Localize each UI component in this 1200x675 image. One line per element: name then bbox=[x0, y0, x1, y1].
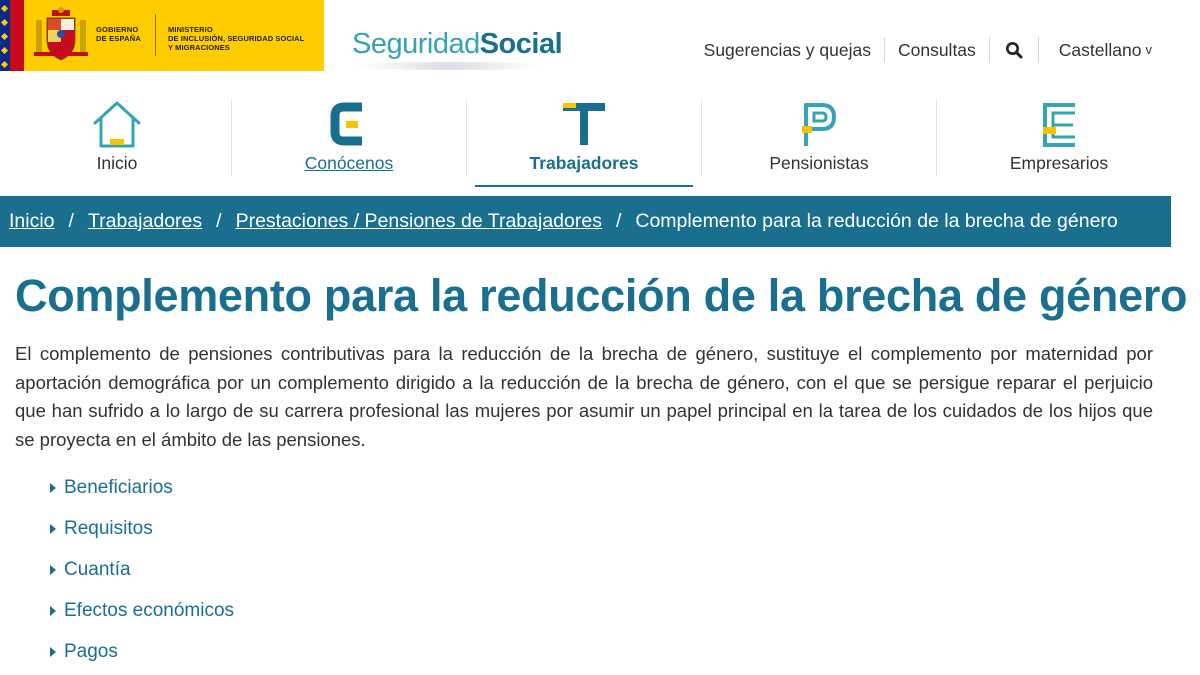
e-letter-icon bbox=[1043, 103, 1075, 147]
triangle-right-icon bbox=[50, 524, 56, 534]
link-beneficiarios[interactable]: Beneficiarios bbox=[50, 467, 234, 508]
link-cuantia[interactable]: Cuantía bbox=[50, 549, 234, 590]
nav-label: Conócenos bbox=[304, 153, 394, 173]
nav-item-inicio[interactable]: Inicio bbox=[0, 100, 234, 188]
search-icon bbox=[1005, 42, 1023, 59]
spain-flag-stripe bbox=[10, 0, 24, 71]
house-icon bbox=[93, 101, 141, 148]
nav-item-conocenos[interactable]: Conócenos bbox=[232, 100, 466, 188]
government-banner[interactable]: GOBIERNO DE ESPAÑA MINISTERIO DE INCLUSI… bbox=[0, 0, 324, 71]
c-letter-icon bbox=[330, 102, 362, 146]
nav-item-pensionistas[interactable]: Pensionistas bbox=[702, 100, 936, 188]
section-links: Beneficiarios Requisitos Cuantía Efectos… bbox=[50, 467, 234, 672]
banner-divider bbox=[155, 14, 156, 56]
triangle-right-icon bbox=[50, 483, 56, 493]
link-efectos-economicos[interactable]: Efectos económicos bbox=[50, 590, 234, 631]
breadcrumb-separator: / bbox=[216, 210, 222, 232]
language-selector[interactable]: Castellano v bbox=[1039, 40, 1152, 61]
page-title: Complemento para la reducción de la brec… bbox=[15, 270, 1188, 321]
nav-label: Pensionistas bbox=[769, 153, 869, 173]
government-label: GOBIERNO DE ESPAÑA bbox=[96, 25, 142, 43]
breadcrumb-separator: / bbox=[615, 210, 622, 232]
nav-separator bbox=[936, 100, 937, 176]
eu-flag-icon bbox=[0, 0, 10, 71]
nav-item-trabajadores[interactable]: Trabajadores bbox=[467, 100, 701, 188]
queries-link[interactable]: Consultas bbox=[885, 37, 990, 63]
chevron-down-icon: v bbox=[1145, 41, 1153, 57]
coat-of-arms-icon bbox=[34, 7, 88, 61]
p-letter-icon bbox=[802, 103, 836, 146]
logo-underline-decoration bbox=[356, 62, 544, 70]
breadcrumb-item-trabajadores[interactable]: Trabajadores bbox=[88, 210, 202, 233]
nav-label: Inicio bbox=[96, 153, 138, 173]
ministry-label: MINISTERIO DE INCLUSIÓN, SEGURIDAD SOCIA… bbox=[168, 25, 305, 52]
seguridad-social-logo[interactable]: SeguridadSocial bbox=[352, 28, 563, 61]
top-utility-links: Sugerencias y quejas Consultas Castellan… bbox=[704, 36, 1152, 64]
breadcrumb-item-prestaciones[interactable]: Prestaciones / Pensiones de Trabajadores bbox=[236, 210, 602, 233]
breadcrumb-separator: / bbox=[68, 210, 74, 232]
breadcrumb-current: Complemento para la reducción de la brec… bbox=[635, 210, 1118, 232]
triangle-right-icon bbox=[50, 647, 56, 657]
search-button[interactable] bbox=[990, 37, 1039, 63]
suggestions-link[interactable]: Sugerencias y quejas bbox=[704, 37, 885, 63]
link-requisitos[interactable]: Requisitos bbox=[50, 508, 234, 549]
intro-paragraph: El complemento de pensiones contributiva… bbox=[15, 343, 1153, 450]
breadcrumb: Inicio / Trabajadores / Prestaciones / P… bbox=[0, 196, 1171, 247]
t-letter-icon bbox=[563, 103, 605, 145]
nav-label: Empresarios bbox=[1009, 153, 1109, 173]
triangle-right-icon bbox=[50, 606, 56, 616]
link-pagos[interactable]: Pagos bbox=[50, 631, 234, 672]
main-navigation: Inicio Conócenos Trabajadores Pensionist… bbox=[0, 100, 1176, 190]
active-tab-indicator bbox=[475, 185, 693, 187]
nav-item-empresarios[interactable]: Empresarios bbox=[942, 100, 1176, 188]
nav-label: Trabajadores bbox=[529, 153, 639, 173]
triangle-right-icon bbox=[50, 565, 56, 575]
breadcrumb-item-inicio[interactable]: Inicio bbox=[9, 210, 55, 233]
